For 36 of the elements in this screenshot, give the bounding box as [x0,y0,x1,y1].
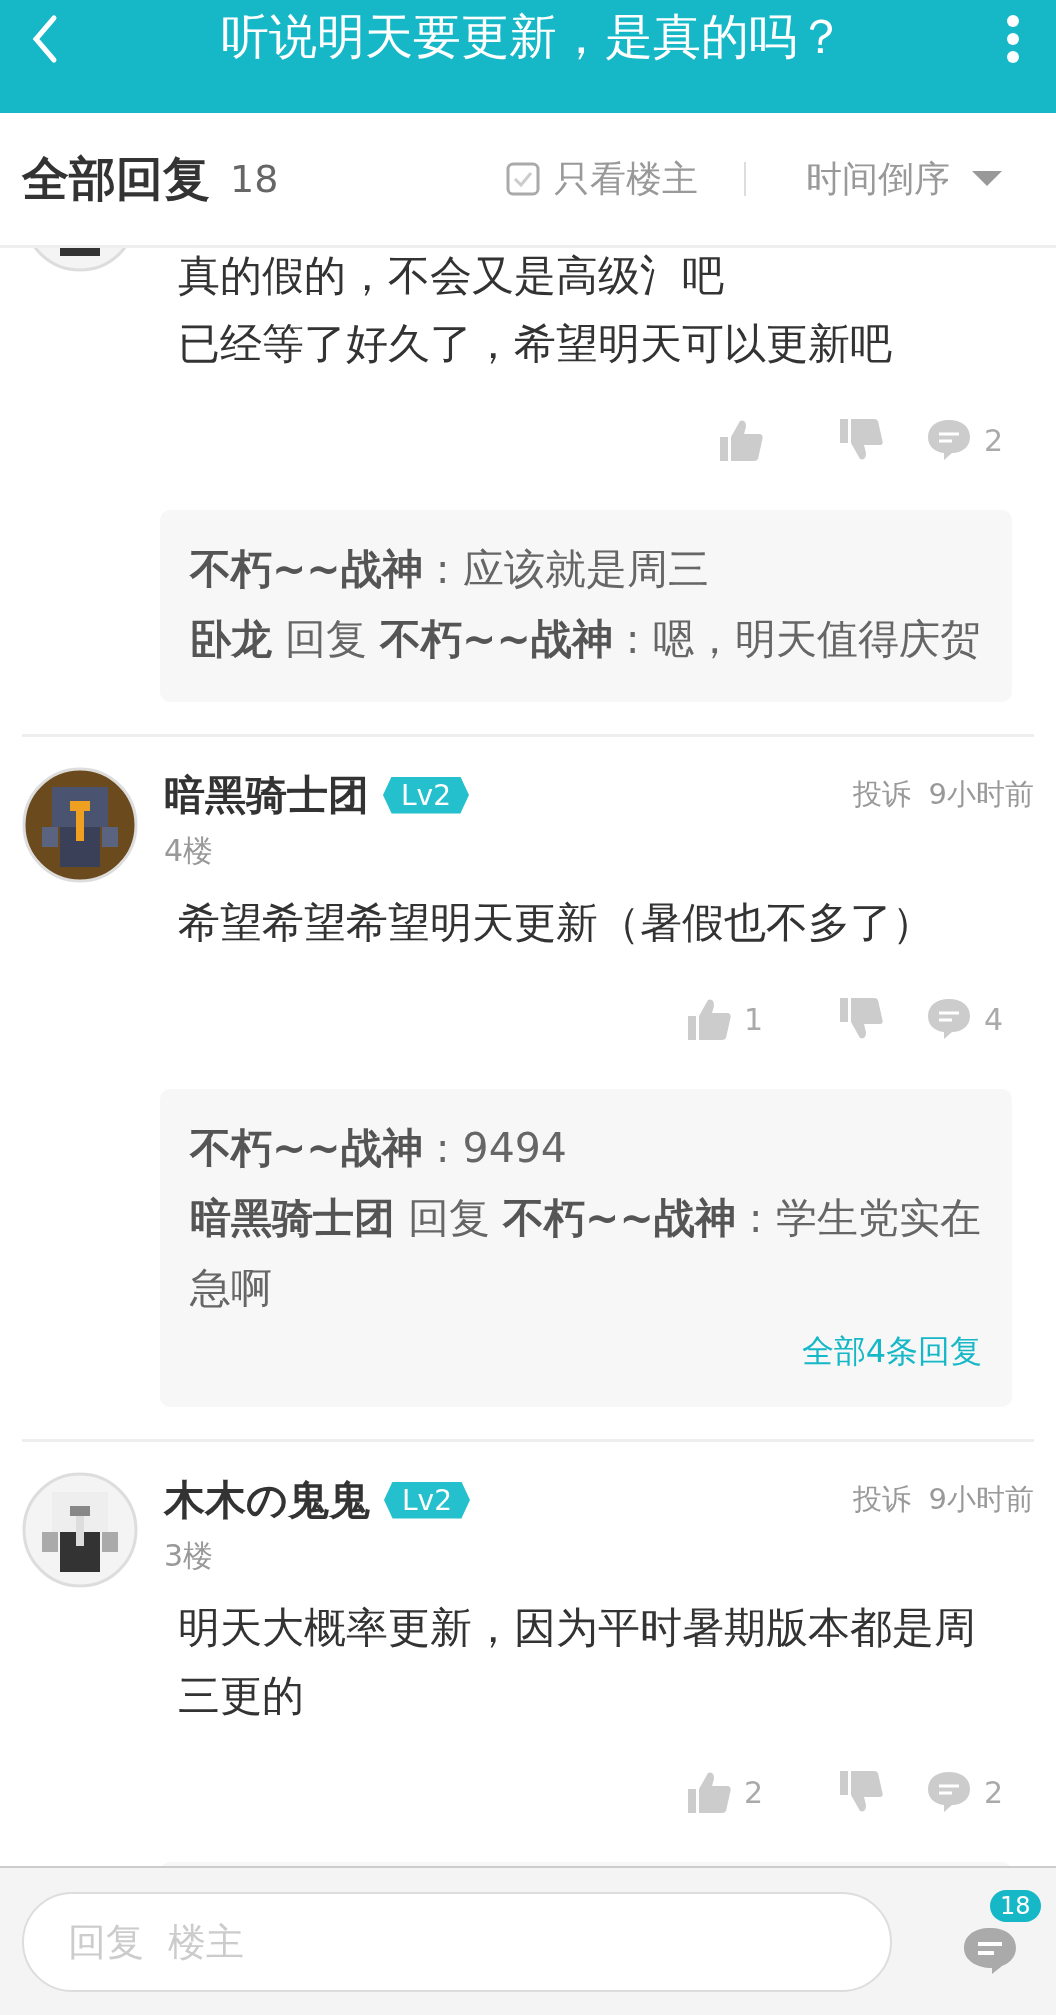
user-name[interactable]: 暗黑骑士团 [164,767,369,823]
section-title: 全部回复 [22,149,210,208]
page-title: 听说明天要更新，是真的吗？ [220,7,846,66]
like-count: 2 [744,1774,764,1810]
checkbox-label[interactable]: 只看楼主 [554,154,698,204]
comment-count: 4 [984,1001,1004,1037]
comment-count: 2 [984,1774,1004,1810]
reply-text: 不朽~~战神 : 9494 [190,1123,568,1174]
floor-number: 3楼 [164,1537,215,1575]
post-time: 9小时前 [928,1481,1034,1518]
post-time: 9小时前 [928,776,1034,813]
floor-number: 4楼 [164,832,215,870]
report-link[interactable]: 投诉 [852,1480,911,1520]
checkbox[interactable] [506,162,540,196]
comment-icon[interactable] [926,417,972,463]
reply-text: 暗黑骑士团 回复 不朽~~战神 : 学生党实在急啊 [190,1193,982,1314]
reply-text: 不朽~~战神 : 应该就是周三 [190,544,710,595]
level-badge: Lv2 [383,776,469,814]
user-name[interactable]: 木木の鬼鬼 [164,1472,370,1528]
comment-text: 明天大概率更新，因为平时暑期版本都是周三更的 [178,1602,977,1722]
level-badge: Lv2 [384,1481,470,1519]
more-icon[interactable] [1006,14,1020,64]
comment-text: 已经等了好久了，希望明天可以更新吧 [178,318,893,370]
comment-icon[interactable] [926,996,972,1042]
view-all-replies-link[interactable]: 全部4条回复 [801,1323,982,1379]
comment-text: 真的假的，不会又是高级氵吧 [178,250,725,302]
report-link[interactable]: 投诉 [852,775,911,815]
like-count: 1 [744,1001,764,1037]
comment-icon[interactable] [926,1769,972,1815]
reply-count: 18 [230,157,279,201]
comment-text: 希望希望希望明天更新（暑假也不多了） [178,897,935,949]
sort-dropdown[interactable]: 时间倒序 [806,154,950,204]
count-badge: 18 [990,1889,1041,1922]
comment-count: 2 [984,422,1004,458]
reply-text: 卧龙 回复 不朽~~战神 : 嗯，明天值得庆贺 [190,614,982,665]
caret-icon[interactable] [972,171,1002,187]
